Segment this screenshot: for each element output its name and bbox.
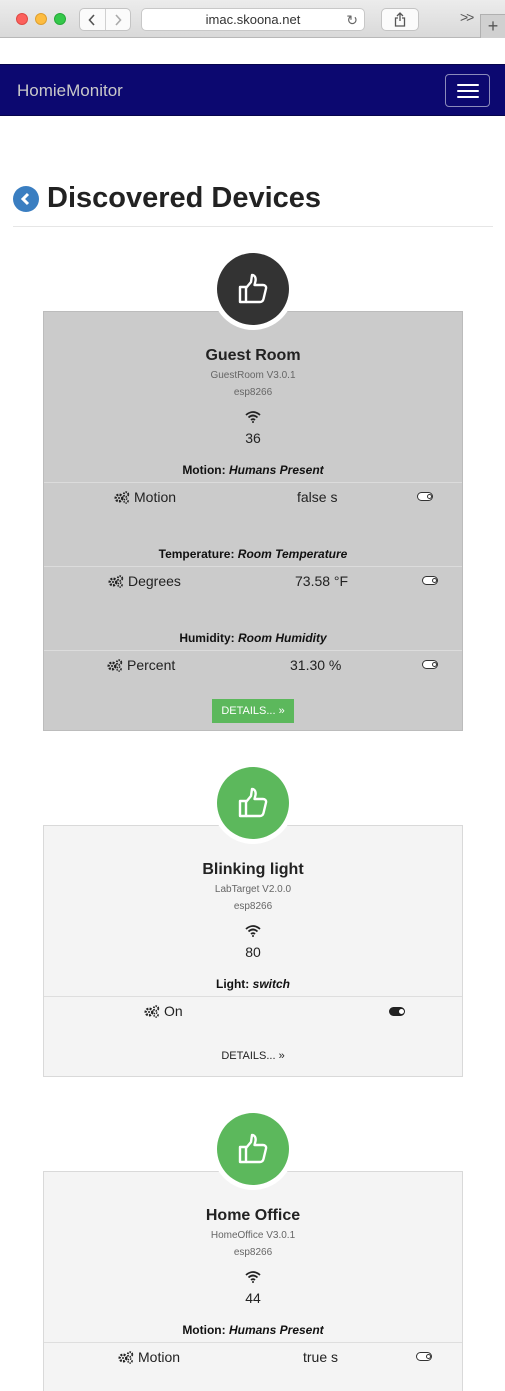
device-firmware: HomeOffice V3.0.1 xyxy=(210,1230,296,1241)
property-name: Motion xyxy=(138,1349,181,1365)
thumbs-up-icon xyxy=(238,787,268,818)
divider xyxy=(44,996,462,997)
node-type: switch xyxy=(252,977,290,991)
device-platform: esp8266 xyxy=(233,387,273,398)
device-platform: esp8266 xyxy=(233,901,273,912)
share-icon xyxy=(394,12,406,27)
status-circle xyxy=(217,767,289,839)
close-window-button[interactable] xyxy=(16,13,28,25)
app-navbar: HomieMonitor xyxy=(0,64,505,116)
toggle-icon[interactable] xyxy=(422,576,438,585)
property-name: On xyxy=(164,1003,183,1019)
brand-link[interactable]: HomieMonitor xyxy=(17,81,123,101)
property-name: Motion xyxy=(134,489,177,505)
toggle-icon[interactable] xyxy=(422,660,438,669)
details-link[interactable]: DETAILS... » xyxy=(44,1050,462,1062)
device-platform: esp8266 xyxy=(233,1247,273,1258)
node-label: Humidity: xyxy=(179,631,235,645)
forward-button[interactable] xyxy=(104,9,131,30)
node-type: Room Temperature xyxy=(237,547,348,561)
node-label: Motion: xyxy=(182,1323,226,1337)
device-firmware: GuestRoom V3.0.1 xyxy=(210,370,296,381)
property-value: true s xyxy=(303,1349,339,1365)
device-firmware: LabTarget V2.0.0 xyxy=(214,884,292,895)
node-type: Humans Present xyxy=(228,1323,324,1337)
device-name: Guest Room xyxy=(205,347,301,364)
divider xyxy=(44,650,462,651)
hamburger-bar xyxy=(457,90,479,92)
node-label: Temperature: xyxy=(158,547,235,561)
device-card-guest-room: Guest Room GuestRoom V3.0.1 esp8266 36 M… xyxy=(43,311,463,731)
reload-icon[interactable]: ↻ xyxy=(346,12,358,28)
node-type: Room Humidity xyxy=(238,631,327,645)
node-heading: Motion: Humans Present xyxy=(44,1323,462,1337)
page-heading: Discovered Devices xyxy=(13,182,321,215)
property-name: Percent xyxy=(127,657,176,673)
cogs-icon xyxy=(118,1350,134,1364)
more-tabs-button[interactable]: >> xyxy=(460,9,474,25)
property-value: false s xyxy=(297,489,338,505)
property-row-motion: Motion xyxy=(118,1349,180,1365)
device-status-badge xyxy=(212,762,294,844)
hamburger-icon xyxy=(457,84,479,86)
heading-divider xyxy=(13,226,493,227)
chevron-right-icon xyxy=(115,13,122,26)
signal-strength: 44 xyxy=(245,1290,261,1306)
node-heading: Motion: Humans Present xyxy=(44,463,462,477)
node-label: Motion: xyxy=(182,463,226,477)
wifi-icon xyxy=(245,1271,261,1283)
property-row-on: On xyxy=(144,1003,183,1019)
property-row-percent: Percent xyxy=(107,657,175,673)
divider xyxy=(44,566,462,567)
back-button[interactable] xyxy=(80,9,105,30)
property-row-motion: Motion xyxy=(114,489,176,505)
property-value: 31.30 % xyxy=(290,657,342,673)
property-name: Degrees xyxy=(128,573,181,589)
divider xyxy=(44,482,462,483)
menu-toggle-button[interactable] xyxy=(445,74,490,107)
device-name: Blinking light xyxy=(202,861,304,878)
node-heading: Humidity: Room Humidity xyxy=(44,631,462,645)
cogs-icon xyxy=(114,490,130,504)
cogs-icon xyxy=(144,1004,160,1018)
device-name: Home Office xyxy=(205,1207,301,1224)
device-card-blinking-light: Blinking light LabTarget V2.0.0 esp8266 … xyxy=(43,825,463,1077)
status-circle xyxy=(217,1113,289,1185)
share-button[interactable] xyxy=(381,8,419,31)
signal-strength: 80 xyxy=(245,944,261,960)
thumbs-up-icon xyxy=(238,1133,268,1164)
node-heading: Light: switch xyxy=(44,977,462,991)
device-status-badge xyxy=(212,248,294,330)
page-title: Discovered Devices xyxy=(47,182,322,214)
wifi-icon xyxy=(245,411,261,423)
device-card-home-office: Home Office HomeOffice V3.0.1 esp8266 44… xyxy=(43,1171,463,1391)
minimize-window-button[interactable] xyxy=(35,13,47,25)
thumbs-up-icon xyxy=(238,273,268,304)
url-text: imac.skoona.net xyxy=(205,12,301,27)
details-button[interactable]: DETAILS... » xyxy=(212,699,294,723)
browser-toolbar: imac.skoona.net ↻ >> + xyxy=(0,0,505,38)
history-nav xyxy=(79,8,131,31)
zoom-window-button[interactable] xyxy=(54,13,66,25)
toggle-icon[interactable] xyxy=(416,1352,432,1361)
new-tab-button[interactable]: + xyxy=(480,14,505,38)
address-bar[interactable]: imac.skoona.net ↻ xyxy=(141,8,365,31)
node-label: Light: xyxy=(215,977,250,991)
node-type: Humans Present xyxy=(228,463,324,477)
wifi-icon xyxy=(245,925,261,937)
toggle-icon[interactable] xyxy=(389,1007,405,1016)
signal-strength: 36 xyxy=(245,430,261,446)
toggle-icon[interactable] xyxy=(417,492,433,501)
chevron-left-icon xyxy=(88,13,95,26)
property-value: 73.58 °F xyxy=(295,573,349,589)
device-status-badge xyxy=(212,1108,294,1190)
hamburger-bar xyxy=(457,96,479,98)
cogs-icon xyxy=(108,574,124,588)
status-circle xyxy=(217,253,289,325)
back-circle-icon[interactable] xyxy=(13,185,39,212)
node-heading: Temperature: Room Temperature xyxy=(44,547,462,561)
property-row-degrees: Degrees xyxy=(108,573,181,589)
divider xyxy=(44,1342,462,1343)
cogs-icon xyxy=(107,658,123,672)
